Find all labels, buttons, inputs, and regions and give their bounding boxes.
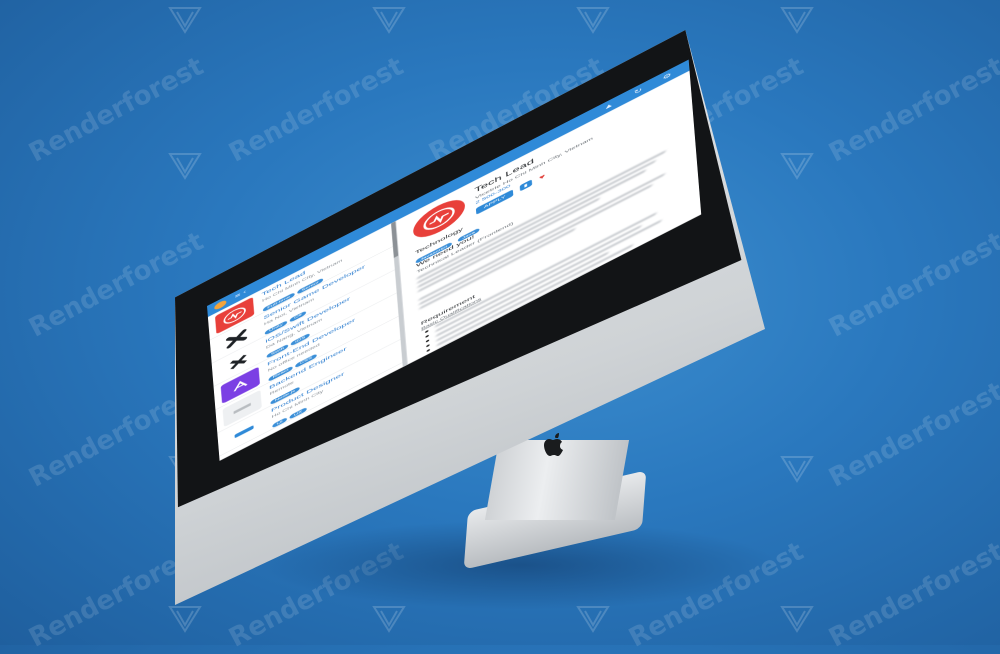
watermark-text: Renderforest — [824, 376, 1000, 494]
watermark-text: Renderforest — [824, 226, 1000, 344]
bullet-icon — [426, 343, 430, 348]
watermark-text: Renderforest — [824, 51, 1000, 169]
bookmark-icon[interactable]: ▮ — [519, 179, 532, 192]
watermark-logo-icon — [372, 7, 406, 34]
bullet-icon — [425, 339, 430, 343]
bullet-icon — [424, 329, 429, 334]
watermark-logo-icon — [780, 606, 814, 633]
watermark-text: Renderforest — [824, 536, 1000, 654]
watermark-logo-icon — [780, 456, 814, 483]
watermark-logo-icon — [780, 153, 814, 180]
heart-icon[interactable]: ♥ — [539, 173, 546, 182]
watermark-text: Renderforest — [224, 51, 409, 169]
apple-logo-icon — [544, 433, 563, 456]
bullet-icon — [425, 334, 429, 338]
watermark-logo-icon — [168, 153, 202, 180]
watermark-text: Renderforest — [24, 51, 209, 169]
watermark-logo-icon — [168, 7, 202, 34]
watermark-logo-icon — [780, 7, 814, 34]
watermark-logo-icon — [576, 7, 610, 34]
watermark-logo-icon — [168, 606, 202, 633]
job-tag: UI — [272, 417, 288, 429]
bullet-icon — [426, 348, 431, 353]
